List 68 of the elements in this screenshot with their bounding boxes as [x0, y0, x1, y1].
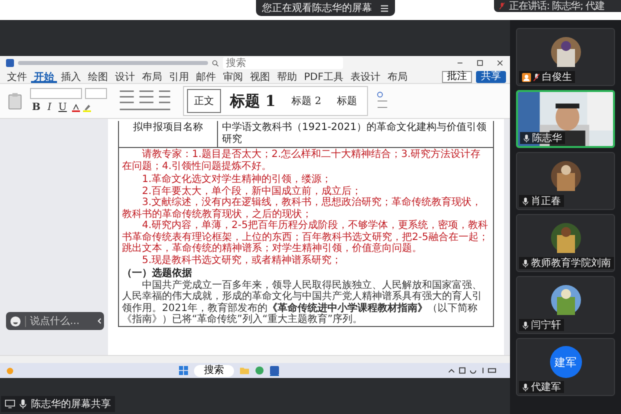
participant-tile[interactable]: 闫宁轩: [516, 276, 615, 334]
format-button[interactable]: B: [30, 102, 42, 114]
chat-field[interactable]: 说点什么...: [6, 312, 104, 330]
ribbon-tab[interactable]: 邮件: [193, 70, 219, 83]
ribbon-tab[interactable]: 表设计: [347, 70, 384, 83]
participant-name: 教师教育学院刘南: [531, 256, 611, 270]
style-option[interactable]: 标题: [330, 89, 364, 113]
viewing-text: 您正在观看陈志华的屏幕: [262, 2, 372, 15]
ribbon-tab[interactable]: PDF工具: [301, 70, 346, 83]
participant-name: 陈志华: [532, 132, 562, 145]
note-paragraph: 1.革命文化选文对学生精神的引领，缕源；: [141, 174, 333, 186]
close-icon[interactable]: [496, 59, 504, 67]
screen-share-icon: [5, 399, 15, 409]
collapse-icon[interactable]: [96, 317, 104, 325]
smiley-icon[interactable]: [10, 316, 21, 326]
participant-tile[interactable]: 白俊生: [516, 28, 615, 86]
muted-mic-icon: [498, 2, 506, 10]
mic-icon: [18, 399, 28, 409]
ribbon-tab[interactable]: 引用: [166, 70, 192, 83]
menu-icon[interactable]: [380, 4, 389, 12]
participant-tile[interactable]: 肖正春: [516, 152, 615, 210]
maximize-icon[interactable]: [476, 59, 484, 67]
font-color-icon[interactable]: [72, 104, 80, 112]
format-button[interactable]: U: [56, 102, 69, 114]
start-icon[interactable]: [179, 366, 188, 375]
style-option[interactable]: 标题 2: [284, 89, 328, 113]
comment-button[interactable]: 批注: [442, 70, 472, 82]
share-button[interactable]: 共享: [476, 70, 506, 82]
search-field[interactable]: 搜索: [223, 57, 343, 69]
chat-input[interactable]: 说点什么...: [25, 316, 92, 326]
participant-tile[interactable]: 教师教育学院刘南: [516, 214, 615, 272]
table-cell-text: 中学语文教科书（1921-2021）的革命文化建构与价值引领研究: [221, 121, 488, 147]
ribbon-tab[interactable]: 文件: [4, 70, 30, 83]
word-icon[interactable]: [270, 366, 279, 376]
note-paragraph: 5.现是教科书选文研究，或者精神谱系研究；: [141, 254, 343, 266]
ribbon-tab[interactable]: 布局: [384, 70, 410, 83]
note-paragraph: 3.文献综述，没有内在逻辑线，教科书，思想政治研究；革命传统教育现状，教科书的革命传统教育现状，之后的现状；: [122, 197, 483, 220]
note-paragraph: 2.百年要太大，单个段，新中国成立前，成立后；: [141, 186, 363, 196]
table-cell: 拟申报项目名称: [119, 121, 218, 147]
participant-name: 代建军: [531, 380, 561, 394]
highlight-icon[interactable]: [82, 104, 91, 112]
participant-name: 肖正春: [531, 194, 561, 208]
note-paragraph: 请教专家：1.题目是否太大；2.怎么样和二十大精神结合；3.研究方法设计存在问题；4.引领性问题提炼不好。: [122, 149, 482, 172]
sun-icon: [6, 366, 14, 374]
taskbar-search[interactable]: 搜索: [194, 364, 234, 376]
ribbon-tab[interactable]: 设计: [112, 70, 138, 83]
section-heading: （一）选题依据: [122, 268, 193, 280]
ribbon-tab[interactable]: 绘图: [85, 70, 111, 83]
style-option[interactable]: 标题 1: [223, 89, 283, 113]
participant-tile[interactable]: 建军 代建军: [516, 338, 615, 396]
clipboard-icon[interactable]: [8, 92, 22, 110]
ribbon-tab[interactable]: 审阅: [220, 70, 246, 83]
format-button[interactable]: I: [45, 102, 54, 114]
participant-name: 闫宁轩: [531, 318, 561, 332]
avatar-initials: 建军: [550, 346, 582, 378]
participant-name: 白俊生: [542, 70, 572, 84]
style-option[interactable]: 正文: [187, 89, 221, 113]
ribbon-tab[interactable]: 插入: [58, 70, 84, 83]
ribbon-tab[interactable]: 布局: [139, 70, 165, 83]
word-logo-icon: [6, 59, 14, 67]
share-label-text: 陈志华的屏幕共享: [31, 398, 111, 411]
search-icon: [212, 60, 219, 66]
body-paragraph: 中国共产党成立一百多年来，领导人民取得民族独立、人民解放和国家富强、人民幸福的伟大成就，形成的革命文化与中国共产党人精神谱系具有强大的育人引领作用。2021年，教育部发布的《革命传统进中小学课程教材指南》（以下简称《指南》）已将“革命传统”列入“重大主题教育”序列。: [122, 280, 483, 326]
note-paragraph: 4.研究内容，单薄，2-5把百年历程分成阶段，不够学体，更系统，密项，教科书革命传统表有理论框架，上位的东西；百年教科书选文研究，把2-5融合在一起；跳出文本，革命传统的精神谱系；对学生精神引领，价值意向问题。: [122, 220, 490, 254]
participant-tile[interactable]: 陈志华: [516, 90, 615, 148]
speaking-text: 正在讲话: 陈志华; 代建: [509, 0, 604, 13]
ribbon-tab[interactable]: 视图: [247, 70, 273, 83]
ribbon-tab[interactable]: 帮助: [274, 70, 300, 83]
